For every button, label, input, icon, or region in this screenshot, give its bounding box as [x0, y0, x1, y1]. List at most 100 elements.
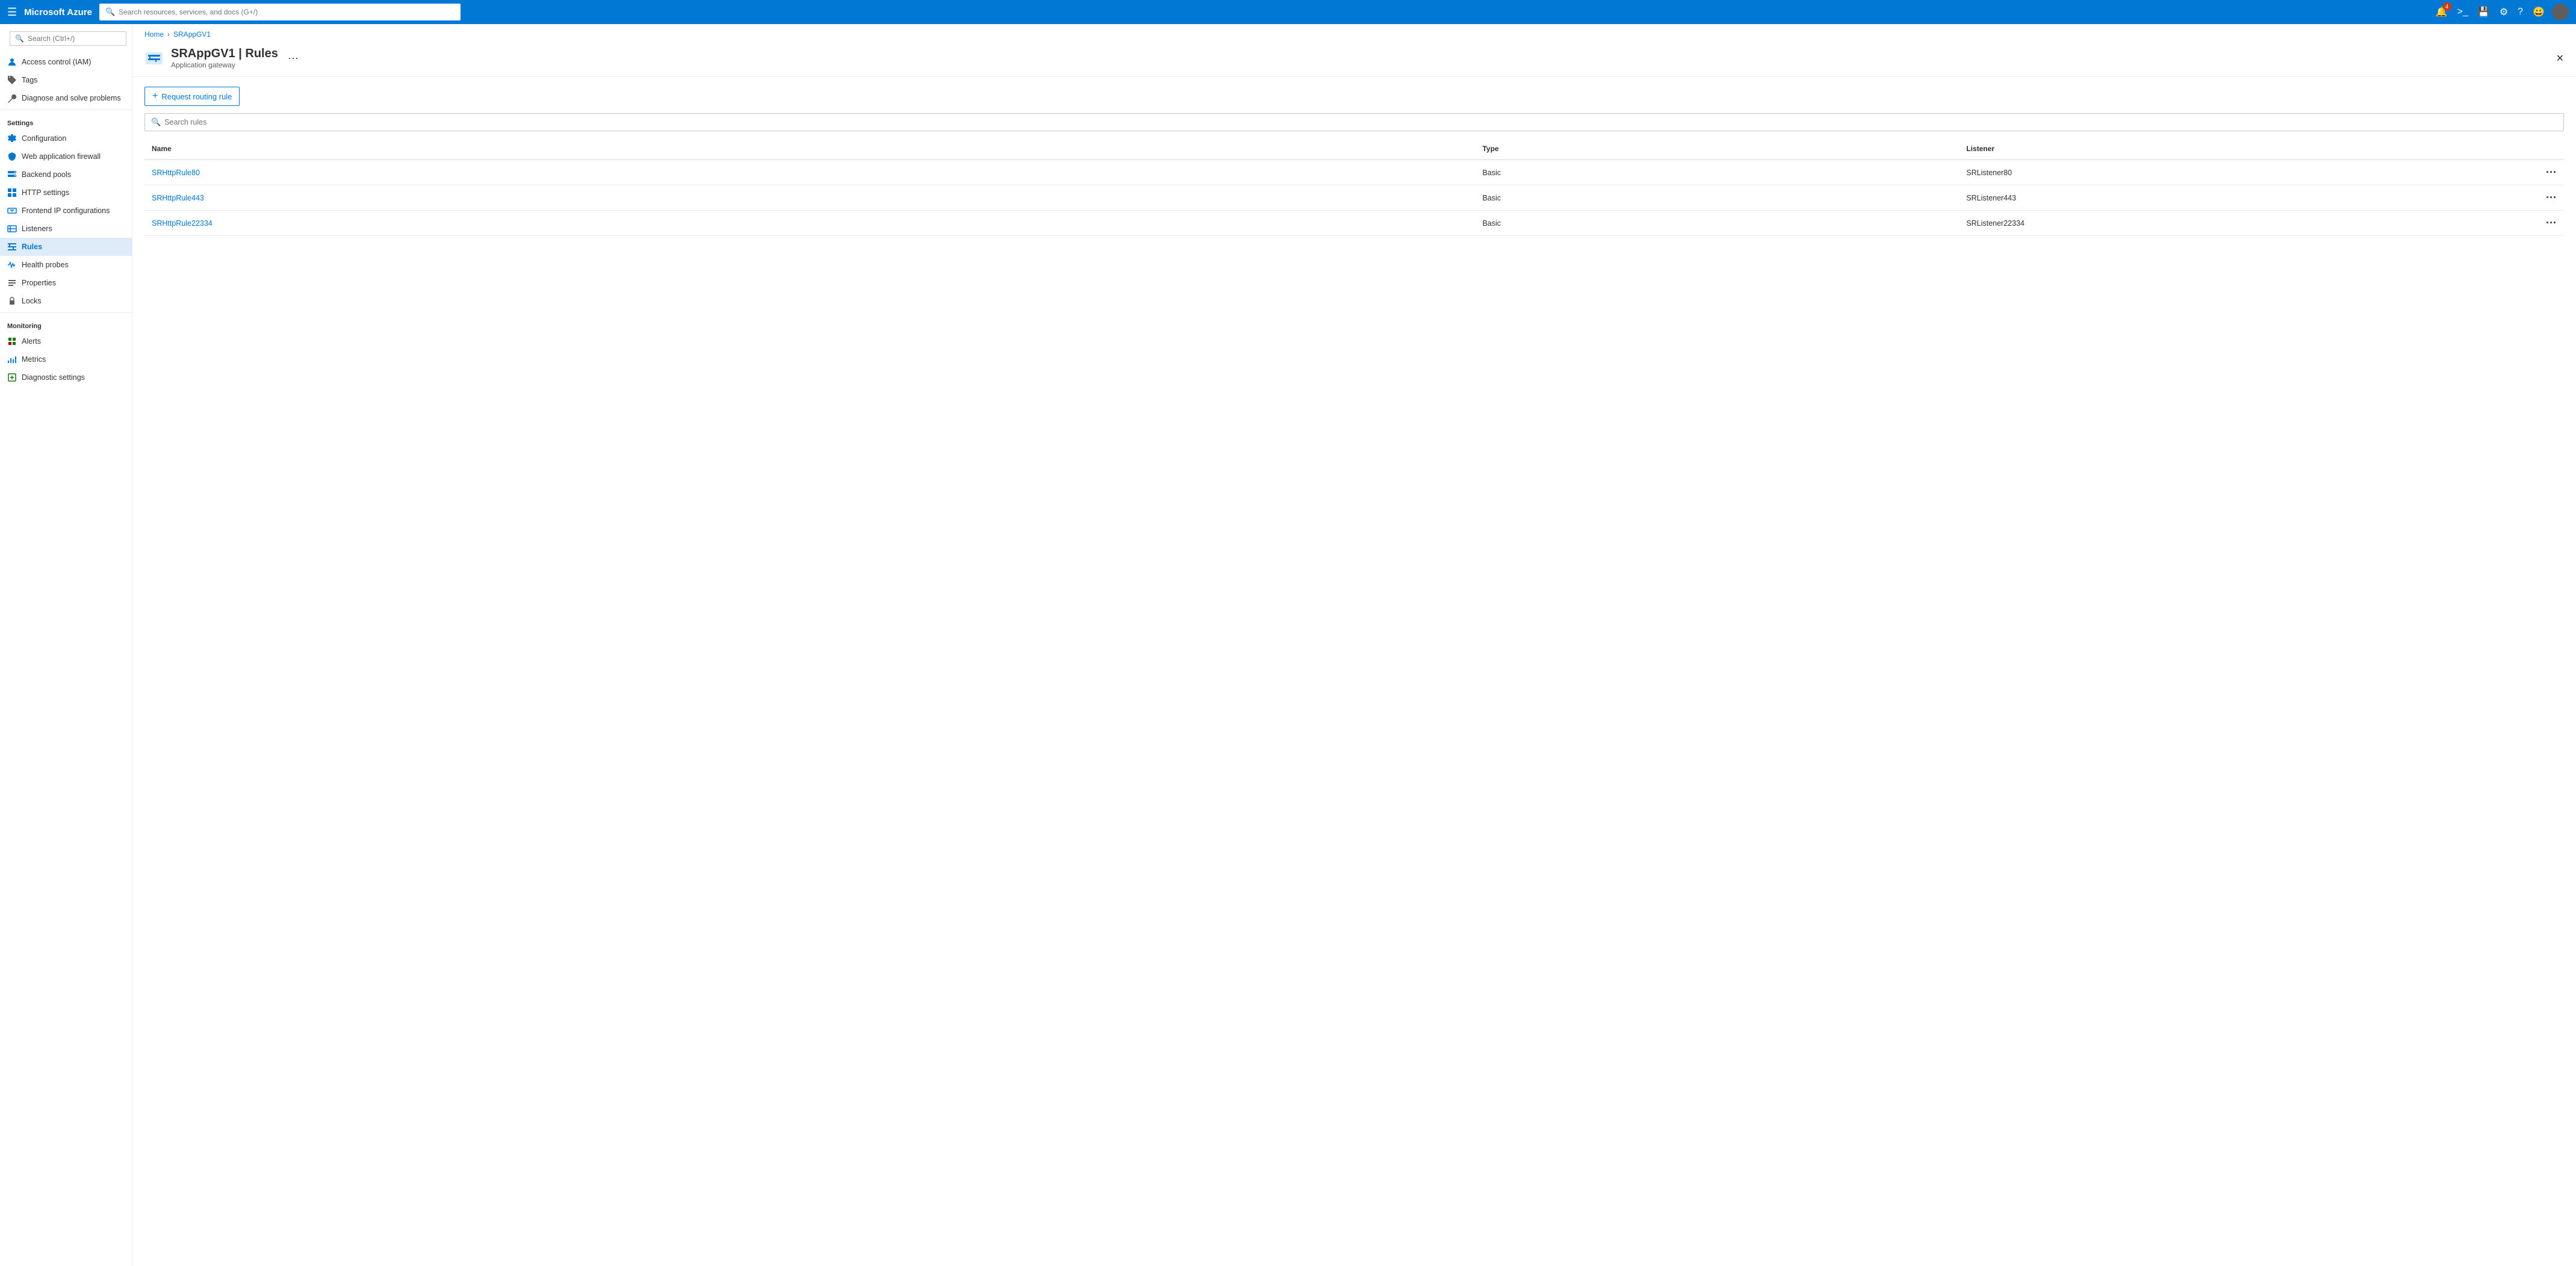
- col-header-actions: [2443, 138, 2564, 160]
- lock-icon: [7, 296, 17, 306]
- global-search-input[interactable]: [119, 8, 455, 16]
- alert-icon: [7, 337, 17, 346]
- rules-table-body: SRHttpRule80 Basic SRListener80 ··· SRHt…: [144, 160, 2564, 236]
- rules-icon: [7, 242, 17, 252]
- sidebar-item-label: HTTP settings: [22, 188, 69, 197]
- breadcrumb-resource[interactable]: SRAppGV1: [173, 30, 211, 39]
- hamburger-menu[interactable]: ☰: [7, 6, 17, 19]
- sidebar-item-label: Backend pools: [22, 170, 71, 179]
- sidebar-item-label: Configuration: [22, 134, 66, 143]
- cloud-shell-button[interactable]: >_: [2455, 4, 2471, 20]
- feedback-button[interactable]: 😀: [2530, 4, 2547, 20]
- tag-icon: [7, 75, 17, 85]
- rules-search-input[interactable]: [164, 118, 2557, 126]
- sidebar-search-input[interactable]: [28, 34, 121, 43]
- gear-icon: [7, 134, 17, 143]
- rule-type-cell: Basic: [1475, 211, 1959, 236]
- sidebar-item-metrics[interactable]: Metrics: [0, 350, 132, 368]
- rules-search-box[interactable]: 🔍: [144, 113, 2564, 131]
- add-rule-button[interactable]: + Request routing rule: [144, 87, 240, 106]
- sidebar-item-label: Metrics: [22, 355, 46, 364]
- sidebar-item-configuration[interactable]: Configuration: [0, 129, 132, 147]
- sidebar-item-label: Frontend IP configurations: [22, 206, 110, 215]
- table-row: SRHttpRule80 Basic SRListener80 ···: [144, 160, 2564, 185]
- row-more-options-button[interactable]: ···: [2546, 191, 2557, 203]
- sidebar-item-waf[interactable]: Web application firewall: [0, 147, 132, 166]
- breadcrumb-separator: ›: [167, 30, 170, 39]
- table-row: SRHttpRule22334 Basic SRListener22334 ··…: [144, 211, 2564, 236]
- rule-type-cell: Basic: [1475, 160, 1959, 185]
- notifications-button[interactable]: 🔔 4: [2433, 4, 2450, 20]
- notification-count: 4: [2443, 2, 2451, 11]
- sidebar-item-backend-pools[interactable]: Backend pools: [0, 166, 132, 184]
- page-header-icon: [144, 49, 164, 68]
- sidebar-item-access-control[interactable]: Access control (IAM): [0, 53, 132, 71]
- sidebar-item-label: Locks: [22, 297, 42, 305]
- azure-logo: Microsoft Azure: [24, 7, 92, 17]
- toolbar: + Request routing rule: [144, 87, 2564, 106]
- sidebar-item-diagnostics[interactable]: Diagnostic settings: [0, 368, 132, 386]
- sidebar-item-label: Rules: [22, 243, 42, 251]
- rule-listener-cell: SRListener22334: [1959, 211, 2443, 236]
- properties-icon: [7, 278, 17, 288]
- rules-table: Name Type Listener SRHttpRule80 Basic SR…: [144, 138, 2564, 236]
- sidebar-item-locks[interactable]: Locks: [0, 292, 132, 310]
- row-more-options-button[interactable]: ···: [2546, 166, 2557, 178]
- sidebar-item-label: Alerts: [22, 337, 41, 346]
- settings-button[interactable]: ⚙: [2497, 4, 2510, 20]
- sidebar-item-http-settings[interactable]: HTTP settings: [0, 184, 132, 202]
- sidebar-item-frontend-ip[interactable]: Frontend IP configurations: [0, 202, 132, 220]
- page-header: SRAppGV1 | Rules Application gateway ···…: [132, 45, 2576, 77]
- row-actions-cell[interactable]: ···: [2443, 160, 2564, 185]
- col-header-type: Type: [1475, 138, 1959, 160]
- diagnostic-icon: [7, 373, 17, 382]
- sidebar-item-label: Tags: [22, 76, 37, 84]
- shield-icon: [7, 152, 17, 161]
- sidebar-item-listeners[interactable]: Listeners: [0, 220, 132, 238]
- sidebar-item-label: Health probes: [22, 261, 69, 269]
- sidebar-divider-2: [0, 312, 132, 313]
- page-header-text: SRAppGV1 | Rules Application gateway: [171, 47, 278, 69]
- close-button[interactable]: ✕: [2556, 52, 2564, 64]
- main-content: Home › SRAppGV1 SRAppGV1 | Rules Applica…: [132, 24, 2576, 1266]
- row-more-options-button[interactable]: ···: [2546, 217, 2557, 229]
- help-button[interactable]: ?: [2515, 4, 2525, 20]
- top-navigation-bar: ☰ Microsoft Azure 🔍 🔔 4 >_ 💾 ⚙ ? 😀: [0, 0, 2576, 24]
- sidebar-item-health-probes[interactable]: Health probes: [0, 256, 132, 274]
- row-actions-cell[interactable]: ···: [2443, 211, 2564, 236]
- page-subtitle: Application gateway: [171, 61, 278, 69]
- breadcrumb-home[interactable]: Home: [144, 30, 164, 39]
- sidebar-item-alerts[interactable]: Alerts: [0, 332, 132, 350]
- add-rule-label: Request routing rule: [161, 92, 232, 101]
- sidebar-search-icon: 🔍: [15, 34, 24, 43]
- col-header-name: Name: [144, 138, 1475, 160]
- table-header: Name Type Listener: [144, 138, 2564, 160]
- rule-name-cell: SRHttpRule22334: [144, 211, 1475, 236]
- rule-listener-cell: SRListener80: [1959, 160, 2443, 185]
- breadcrumb: Home › SRAppGV1: [132, 24, 2576, 45]
- settings-section-label: Settings: [0, 113, 132, 129]
- monitoring-section-label: Monitoring: [0, 315, 132, 332]
- search-icon: 🔍: [105, 7, 115, 17]
- sidebar-item-rules[interactable]: Rules: [0, 238, 132, 256]
- rule-listener-cell: SRListener443: [1959, 185, 2443, 211]
- sidebar-item-diagnose[interactable]: Diagnose and solve problems: [0, 89, 132, 107]
- top-bar-icons: 🔔 4 >_ 💾 ⚙ ? 😀: [2433, 4, 2569, 20]
- sidebar-item-properties[interactable]: Properties: [0, 274, 132, 292]
- portal-menu-button[interactable]: 💾: [2475, 4, 2492, 20]
- sidebar-item-label: Access control (IAM): [22, 58, 91, 66]
- sidebar-search-box[interactable]: 🔍: [10, 31, 126, 46]
- plus-icon: +: [152, 91, 158, 102]
- col-header-listener: Listener: [1959, 138, 2443, 160]
- app-layout: 🔍 « Access control (IAM) Tags: [0, 24, 2576, 1266]
- sidebar-list: Access control (IAM) Tags Diagnose and s…: [0, 53, 132, 1266]
- table-row: SRHttpRule443 Basic SRListener443 ···: [144, 185, 2564, 211]
- sidebar-item-tags[interactable]: Tags: [0, 71, 132, 89]
- sidebar-item-label: Diagnose and solve problems: [22, 94, 121, 102]
- global-search-box[interactable]: 🔍: [99, 4, 461, 20]
- sidebar-item-label: Web application firewall: [22, 152, 101, 161]
- row-actions-cell[interactable]: ···: [2443, 185, 2564, 211]
- rule-name-cell: SRHttpRule443: [144, 185, 1475, 211]
- user-avatar[interactable]: [2552, 4, 2569, 20]
- more-options-button[interactable]: ···: [288, 52, 299, 64]
